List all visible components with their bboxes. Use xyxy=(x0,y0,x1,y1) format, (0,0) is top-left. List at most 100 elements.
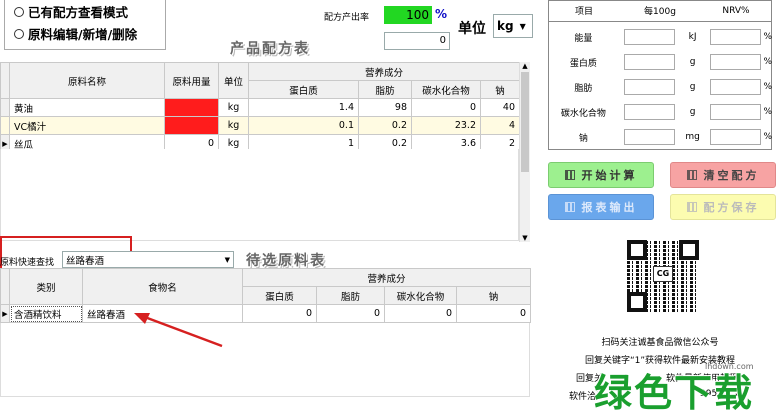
grid-icon xyxy=(686,202,697,212)
report-output-button[interactable]: 报表输出 xyxy=(548,194,654,220)
nutrition-pct: % xyxy=(763,32,772,42)
col-protein: 蛋白质 xyxy=(242,286,317,305)
table-row[interactable]: ▶ 含酒精饮料 丝路春酒 0 0 0 0 xyxy=(0,304,532,323)
cell-protein[interactable]: 0 xyxy=(242,304,317,323)
clear-formula-button[interactable]: 清空配方 xyxy=(670,162,776,188)
start-calc-button[interactable]: 开始计算 xyxy=(548,162,654,188)
scroll-down-icon[interactable]: ▼ xyxy=(520,234,530,242)
cell-fat[interactable]: 98 xyxy=(358,98,412,117)
nutrition-col-per100: 每100g xyxy=(644,7,676,17)
nutrition-col-nrv: NRV% xyxy=(722,5,750,16)
cell-unit[interactable]: kg xyxy=(218,116,249,135)
nutrition-nrv-field[interactable] xyxy=(710,79,762,95)
nutrition-value-field[interactable] xyxy=(623,129,675,145)
yield-label: 配方产出率 xyxy=(324,13,370,23)
table-row[interactable]: 黄油 0 kg 1.4 98 0 40 xyxy=(0,98,521,117)
scroll-thumb[interactable] xyxy=(521,72,529,172)
cell-name[interactable]: VC橘汁 xyxy=(9,116,165,135)
cell-carb[interactable]: 0 xyxy=(411,98,481,117)
clear-formula-label: 清空配方 xyxy=(703,169,760,182)
col-fat: 脂肪 xyxy=(316,286,385,305)
nutrition-unit: mg xyxy=(685,132,700,142)
col-sodium: 钠 xyxy=(479,80,521,99)
start-calc-label: 开始计算 xyxy=(581,169,638,182)
yield-second-field[interactable]: 0 xyxy=(384,32,450,50)
col-fat: 脂肪 xyxy=(358,80,412,99)
nutrition-unit: g xyxy=(689,57,696,67)
qr-finder-icon xyxy=(627,292,647,312)
yield-percent: % xyxy=(435,7,448,21)
cell-unit[interactable]: kg xyxy=(218,98,249,117)
col-food: 食物名 xyxy=(82,268,243,305)
cell-fat[interactable]: 0 xyxy=(316,304,385,323)
quick-search-label: 原料快速查找 xyxy=(0,258,55,268)
chevron-down-icon: ▼ xyxy=(519,21,526,31)
col-nutrition: 营养成分 xyxy=(241,268,532,287)
mode-group-box xyxy=(4,0,166,50)
nutrition-row-carb: 碳水化合物 g % xyxy=(548,103,772,121)
nutrition-value-field[interactable] xyxy=(623,29,675,45)
cell-fat[interactable]: 0.2 xyxy=(358,116,412,135)
cell-carb[interactable]: 0 xyxy=(384,304,457,323)
cell-carb[interactable]: 23.2 xyxy=(411,116,481,135)
nutrition-header: 项目 每100g NRV% xyxy=(548,0,772,22)
scroll-up-icon[interactable]: ▲ xyxy=(520,62,530,70)
product-table: 原料名称 原料用量 单位 营养成分 蛋白质 脂肪 碳水化合物 钠 黄油 0 kg… xyxy=(0,62,521,153)
nutrition-row-sodium: 钠 mg % xyxy=(548,128,772,146)
cell-protein[interactable]: 1.4 xyxy=(248,98,359,117)
cell-sodium[interactable]: 40 xyxy=(479,98,521,117)
col-nutrition: 营养成分 xyxy=(247,62,521,81)
nutrition-pct: % xyxy=(763,57,772,67)
col-carb: 碳水化合物 xyxy=(384,286,457,305)
candidate-table: 类别 食物名 营养成分 蛋白质 脂肪 碳水化合物 钠 ▶ 含酒精饮料 丝路春酒 … xyxy=(0,268,532,323)
cell-category[interactable]: 含酒精饮料 xyxy=(9,304,83,323)
col-category: 类别 xyxy=(9,268,83,305)
nutrition-row-protein: 蛋白质 g % xyxy=(548,53,772,71)
nutrition-row-energy: 能量 kJ % xyxy=(548,28,772,46)
unit-select-value: kg xyxy=(497,19,514,33)
cell-protein[interactable]: 0.1 xyxy=(248,116,359,135)
annotation-arrow-icon xyxy=(134,313,223,348)
qr-finder-icon xyxy=(627,240,647,260)
nutrition-label: 脂肪 xyxy=(574,83,593,94)
grid-icon xyxy=(686,170,697,180)
nutrition-value-field[interactable] xyxy=(623,104,675,120)
nutrition-nrv-field[interactable] xyxy=(710,129,762,145)
unit-select[interactable]: kg ▼ xyxy=(493,14,533,38)
candidate-table-empty-area xyxy=(0,323,530,397)
report-output-label: 报表输出 xyxy=(581,201,638,214)
unit-label: 单位 xyxy=(458,21,486,37)
watermark-site: lhdown.com xyxy=(705,362,754,371)
yield-input[interactable]: 100 xyxy=(384,6,432,24)
nutrition-label: 蛋白质 xyxy=(569,58,597,69)
nutrition-nrv-field[interactable] xyxy=(710,104,762,120)
document-icon xyxy=(564,202,575,212)
cell-sodium[interactable]: 0 xyxy=(455,304,532,323)
quick-search-value: 丝路春酒 xyxy=(66,255,105,267)
nutrition-nrv-field[interactable] xyxy=(710,29,762,45)
nutrition-unit: g xyxy=(689,82,696,92)
table-row[interactable]: VC橘汁 0 kg 0.1 0.2 23.2 4 xyxy=(0,116,521,135)
cell-qty[interactable]: 0 xyxy=(164,116,219,135)
qr-finder-icon xyxy=(679,240,699,260)
cell-name[interactable]: 黄油 xyxy=(9,98,165,117)
quick-search-combo[interactable]: 丝路春酒 ▼ xyxy=(62,251,234,268)
nutrition-value-field[interactable] xyxy=(623,79,675,95)
cell-qty[interactable]: 0 xyxy=(164,98,219,117)
candidate-table-title: 待选原料表 xyxy=(246,253,326,269)
nutrition-pct: % xyxy=(763,132,772,142)
nutrition-row-fat: 脂肪 g % xyxy=(548,78,772,96)
row-header-corner xyxy=(0,62,10,99)
save-formula-button[interactable]: 配方保存 xyxy=(670,194,776,220)
cell-sodium[interactable]: 4 xyxy=(479,116,521,135)
nutrition-unit: kJ xyxy=(688,32,697,42)
product-table-scrollbar[interactable]: ▲ ▼ xyxy=(519,62,530,242)
nutrition-value-field[interactable] xyxy=(623,54,675,70)
nutrition-nrv-field[interactable] xyxy=(710,54,762,70)
row-header-corner xyxy=(0,268,10,305)
watermark-logo: 绿色下载 xyxy=(594,371,755,415)
chevron-down-icon[interactable]: ▼ xyxy=(225,256,233,264)
col-carb: 碳水化合物 xyxy=(411,80,481,99)
nutrition-pct: % xyxy=(763,82,772,92)
product-table-title: 产品配方表 xyxy=(230,41,310,57)
